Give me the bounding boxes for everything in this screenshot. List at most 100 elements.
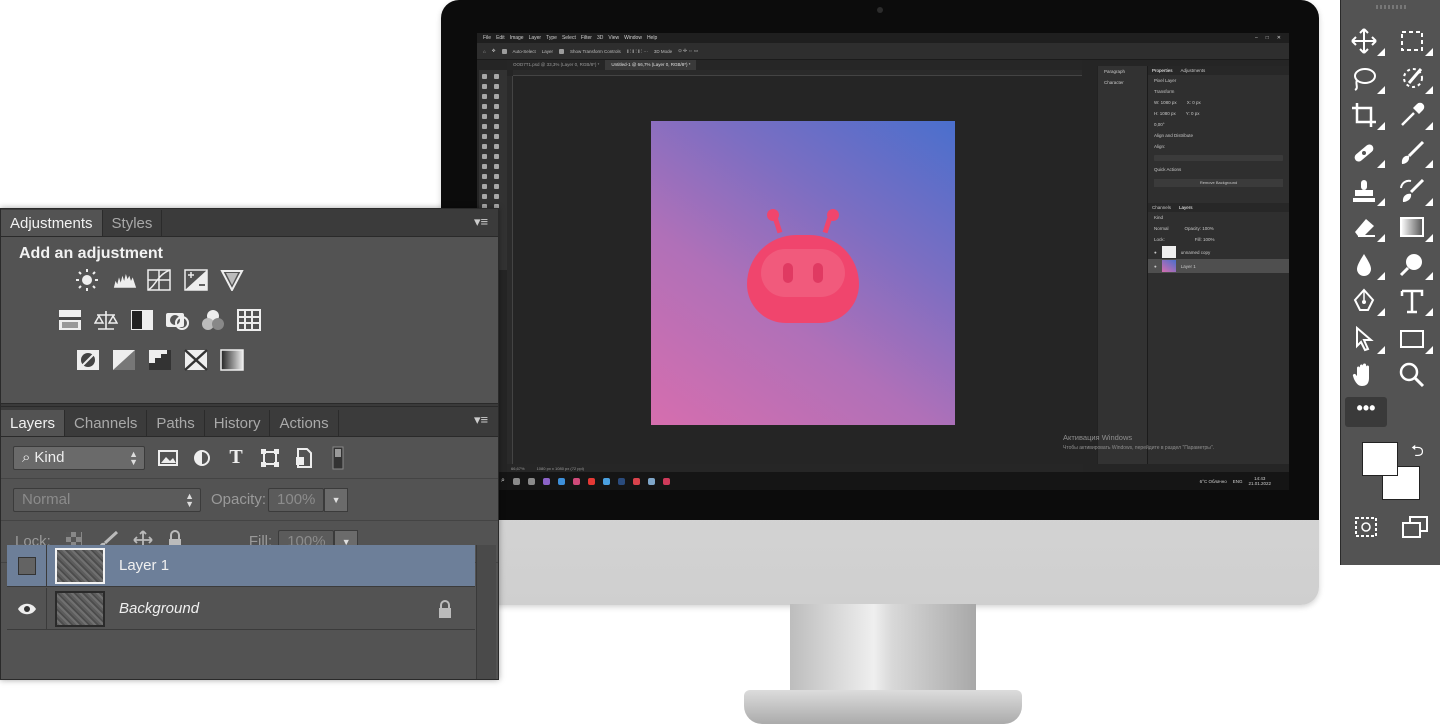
mini-layer-row[interactable]: ● Layer 1 [1148,259,1289,273]
eye-icon[interactable]: ● [1154,264,1157,269]
opacity-dropdown-button[interactable]: ▼ [324,487,349,512]
mini-tool-icon[interactable] [494,134,499,139]
mini-tool-icon[interactable] [482,164,487,169]
visibility-toggle[interactable] [7,587,47,630]
taskview-icon[interactable] [512,477,520,485]
history-brush-tool-icon[interactable] [1397,176,1433,206]
mini-tool-icon[interactable] [482,124,487,129]
gradient-tool-icon[interactable] [1397,212,1433,242]
mini-fill[interactable]: Fill: 100% [1195,237,1215,242]
quick-actions-section[interactable]: Quick Actions [1148,164,1289,175]
type-filter-icon[interactable]: T [225,446,247,469]
align-icons[interactable]: ⫴ ⫶ ⫴ ⫶ ⫴ ⫶ ⋯ [627,49,648,54]
taskbar-app-icon[interactable] [557,477,565,485]
taskbar-app-icon[interactable] [587,477,595,485]
photoshop-taskbar-icon[interactable] [617,477,625,485]
levels-icon[interactable] [111,269,139,291]
toolbar-grip[interactable] [1376,5,1406,9]
menu-image[interactable]: Image [510,35,524,41]
blend-mode-select[interactable]: Normal ▲ ▼ [13,487,201,512]
tab-paths[interactable]: Paths [147,410,205,436]
menu-file[interactable]: File [483,35,491,41]
menu-select[interactable]: Select [562,35,576,41]
mini-tool-icon[interactable] [482,84,487,89]
minimize-icon[interactable]: – [1255,35,1258,41]
color-balance-icon[interactable] [94,309,118,331]
layer-name[interactable]: Background [119,600,199,617]
clock[interactable]: 14:43 21.01.2022 [1248,476,1271,486]
align-section[interactable]: Align and Distribute [1148,130,1289,141]
selective-color-icon[interactable] [184,349,208,371]
character-panel-button[interactable]: Character [1098,77,1147,88]
mini-tool-icon[interactable] [494,84,499,89]
dodge-tool-icon[interactable] [1397,250,1433,280]
x-field[interactable]: X: 0 px [1187,100,1201,105]
taskbar-app-icon[interactable] [662,477,670,485]
tab-styles[interactable]: Styles [103,210,163,236]
pen-tool-icon[interactable] [1349,286,1385,316]
align-buttons[interactable] [1154,155,1283,161]
language[interactable]: ENG [1233,479,1243,484]
invert-icon[interactable] [76,349,100,371]
screen-mode-icon[interactable] [1401,514,1429,540]
auto-select-checkbox[interactable] [501,48,507,54]
filter-toggle-icon[interactable] [327,446,349,469]
eraser-tool-icon[interactable] [1349,212,1385,242]
eye-icon[interactable]: ● [1154,250,1157,255]
mini-tool-icon[interactable] [482,94,487,99]
mini-kind-filter[interactable]: Kind [1148,212,1289,223]
eyedropper-tool-icon[interactable] [1397,100,1433,130]
mini-tool-icon[interactable] [482,114,487,119]
marquee-tool-icon[interactable] [1397,26,1433,56]
height-field[interactable]: H: 1080 px [1154,111,1176,116]
quick-selection-tool-icon[interactable] [1397,64,1433,94]
doc-tab-1[interactable]: OOD7T1.psd @ 33,3% (Layer 0, RGB/8*) * [507,60,605,70]
mini-tool-icon[interactable] [494,94,499,99]
shape-filter-icon[interactable] [259,447,281,469]
exposure-icon[interactable] [184,269,208,291]
doc-tab-2[interactable]: Untitled-1 @ 66,7% (Layer 0, RGB/8*) * [605,60,697,70]
foreground-color-swatch[interactable] [1362,442,1398,476]
paragraph-panel-button[interactable]: Paragraph [1098,66,1147,77]
swap-colors-icon[interactable]: ⮌ [1411,440,1424,467]
brightness-contrast-icon[interactable] [75,269,99,291]
layer-row[interactable]: Layer 1 [7,544,475,587]
layer-row[interactable]: Background [7,587,475,630]
menu-edit[interactable]: Edit [496,35,505,41]
maximize-icon[interactable]: □ [1266,35,1269,41]
layers-scrollbar[interactable] [476,545,496,679]
layers-menu-icon[interactable]: ▾≡ [472,413,490,427]
smart-object-filter-icon[interactable] [293,447,315,469]
menu-view[interactable]: View [608,35,619,41]
taskbar-app-icon[interactable] [632,477,640,485]
3d-tools[interactable]: ⊙ ✣ ⇔ ▭ [678,48,698,54]
mini-tool-icon[interactable] [494,194,499,199]
color-lookup-icon[interactable] [237,309,261,331]
pixel-filter-icon[interactable] [157,447,179,469]
zoom-level[interactable]: 66,67% [511,466,525,471]
mini-tool-icon[interactable] [482,134,487,139]
tab-layers[interactable]: Layers [1,410,66,436]
quick-mask-icon[interactable] [1353,514,1379,540]
curves-icon[interactable] [147,269,171,291]
canvas-artwork[interactable] [651,121,955,425]
kind-filter-select[interactable]: ⌕ Kind ▲ ▼ [13,445,145,470]
mini-layer-row[interactable]: ● unnamed copy [1148,245,1289,259]
mini-blend-mode[interactable]: Normal [1154,226,1169,231]
home-icon[interactable]: ⌂ [483,49,486,54]
taskbar-app-icon[interactable] [647,477,655,485]
black-white-icon[interactable] [130,309,154,331]
zoom-tool-icon[interactable] [1397,360,1427,390]
gradient-map-icon[interactable] [220,349,244,371]
mini-tool-icon[interactable] [482,174,487,179]
search-icon[interactable]: ⌕ [501,477,505,485]
path-selection-tool-icon[interactable] [1349,324,1385,354]
hue-saturation-icon[interactable] [58,309,82,331]
edit-toolbar-button[interactable]: ••• [1345,397,1387,427]
menu-window[interactable]: Window [624,35,642,41]
tab-properties[interactable]: Properties [1152,68,1173,73]
photo-filter-icon[interactable] [165,309,189,331]
mini-tool-icon[interactable] [482,144,487,149]
tab-history[interactable]: History [205,410,271,436]
panel-menu-icon[interactable]: ▾≡ [472,215,490,229]
